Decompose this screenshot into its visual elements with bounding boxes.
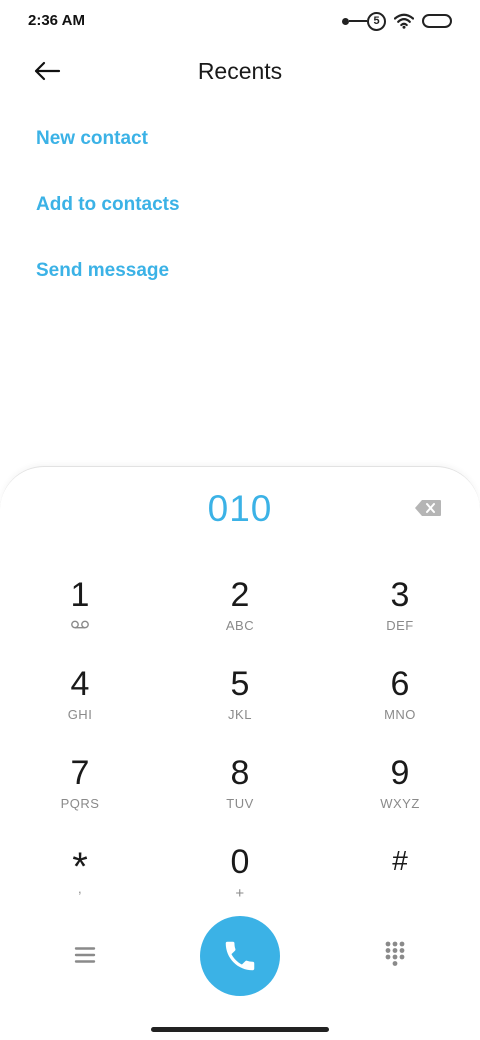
key-letters: , (77, 881, 83, 896)
key-2[interactable]: 2 ABC (180, 576, 300, 656)
menu-icon (74, 947, 96, 963)
new-contact-link[interactable]: New contact (36, 128, 148, 150)
wifi-icon (394, 13, 414, 29)
menu-button[interactable] (70, 940, 100, 970)
key-letters: JKL (228, 707, 252, 722)
key-digit: 1 (70, 576, 90, 614)
key-digit: 6 (390, 665, 410, 703)
key-star[interactable]: * , (20, 843, 140, 923)
dialpad-toggle-button[interactable] (380, 938, 410, 970)
key-letters: PQRS (60, 796, 100, 811)
key-letters: + (235, 885, 245, 902)
key-digit: 9 (390, 754, 410, 792)
phone-icon (225, 941, 255, 971)
voicemail-icon (71, 620, 89, 629)
key-digit: # (392, 845, 408, 876)
key-digit: 7 (70, 754, 90, 792)
page-title: Recents (197, 58, 283, 84)
backspace-icon (415, 500, 441, 516)
backspace-button[interactable] (414, 499, 442, 517)
dialed-number[interactable]: 010 (0, 488, 480, 530)
key-5[interactable]: 5 JKL (180, 665, 300, 745)
key-letters: MNO (384, 707, 416, 722)
key-9[interactable]: 9 WXYZ (340, 754, 460, 834)
key-4[interactable]: 4 GHI (20, 665, 140, 745)
key-letters: TUV (226, 796, 254, 811)
key-hash[interactable]: # (340, 843, 460, 923)
send-message-link[interactable]: Send message (36, 260, 169, 282)
key-7[interactable]: 7 PQRS (20, 754, 140, 834)
key-6[interactable]: 6 MNO (340, 665, 460, 745)
key-0[interactable]: 0 + (180, 843, 300, 923)
status-bar: 2:36 AM 5 (0, 0, 480, 44)
key-digit: 2 (230, 576, 250, 614)
key-letters: GHI (67, 707, 93, 722)
key-8[interactable]: 8 TUV (180, 754, 300, 834)
dialpad-icon (385, 941, 405, 966)
key-digit: 8 (230, 754, 250, 792)
home-indicator (151, 1027, 329, 1032)
link-icon: 5 (342, 11, 386, 31)
key-digit: 3 (390, 576, 410, 614)
key-digit: 0 (230, 843, 250, 881)
battery-icon (422, 14, 452, 28)
key-1[interactable]: 1 (20, 576, 140, 656)
key-letters: DEF (386, 618, 414, 633)
key-letters: WXYZ (380, 796, 420, 811)
key-3[interactable]: 3 DEF (340, 576, 460, 656)
status-icons: 5 (342, 10, 452, 32)
add-to-contacts-link[interactable]: Add to contacts (36, 194, 180, 216)
sim-indicator: 5 (367, 11, 386, 31)
key-digit: 4 (70, 665, 90, 703)
call-button[interactable] (200, 916, 280, 996)
key-letters: ABC (225, 618, 255, 633)
key-digit: 5 (230, 665, 250, 703)
status-time: 2:36 AM (28, 12, 85, 29)
